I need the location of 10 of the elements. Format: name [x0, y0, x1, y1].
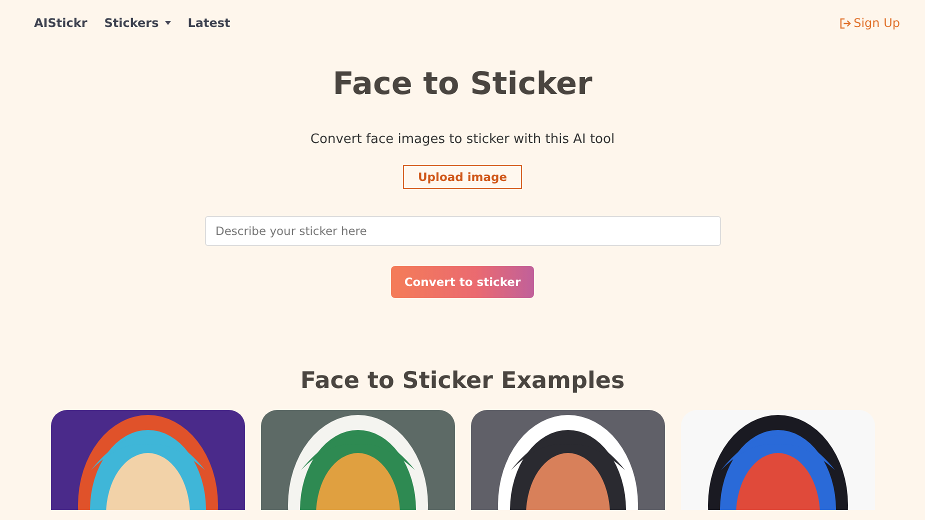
stickers-menu[interactable]: Stickers — [104, 16, 171, 30]
sign-in-icon — [840, 18, 851, 28]
section-heading: Face to Sticker Examples — [300, 368, 625, 394]
upload-button[interactable]: Upload image — [402, 165, 522, 189]
nav-link[interactable]: Latest — [188, 16, 230, 30]
description-field[interactable]: Describe your sticker here — [204, 216, 720, 246]
caret-icon — [164, 21, 171, 25]
brand-logo[interactable]: AIStickr — [34, 16, 88, 30]
page-title: Face to Sticker — [332, 66, 592, 102]
subtitle: Convert face images to sticker with this AI tool — [310, 132, 615, 147]
